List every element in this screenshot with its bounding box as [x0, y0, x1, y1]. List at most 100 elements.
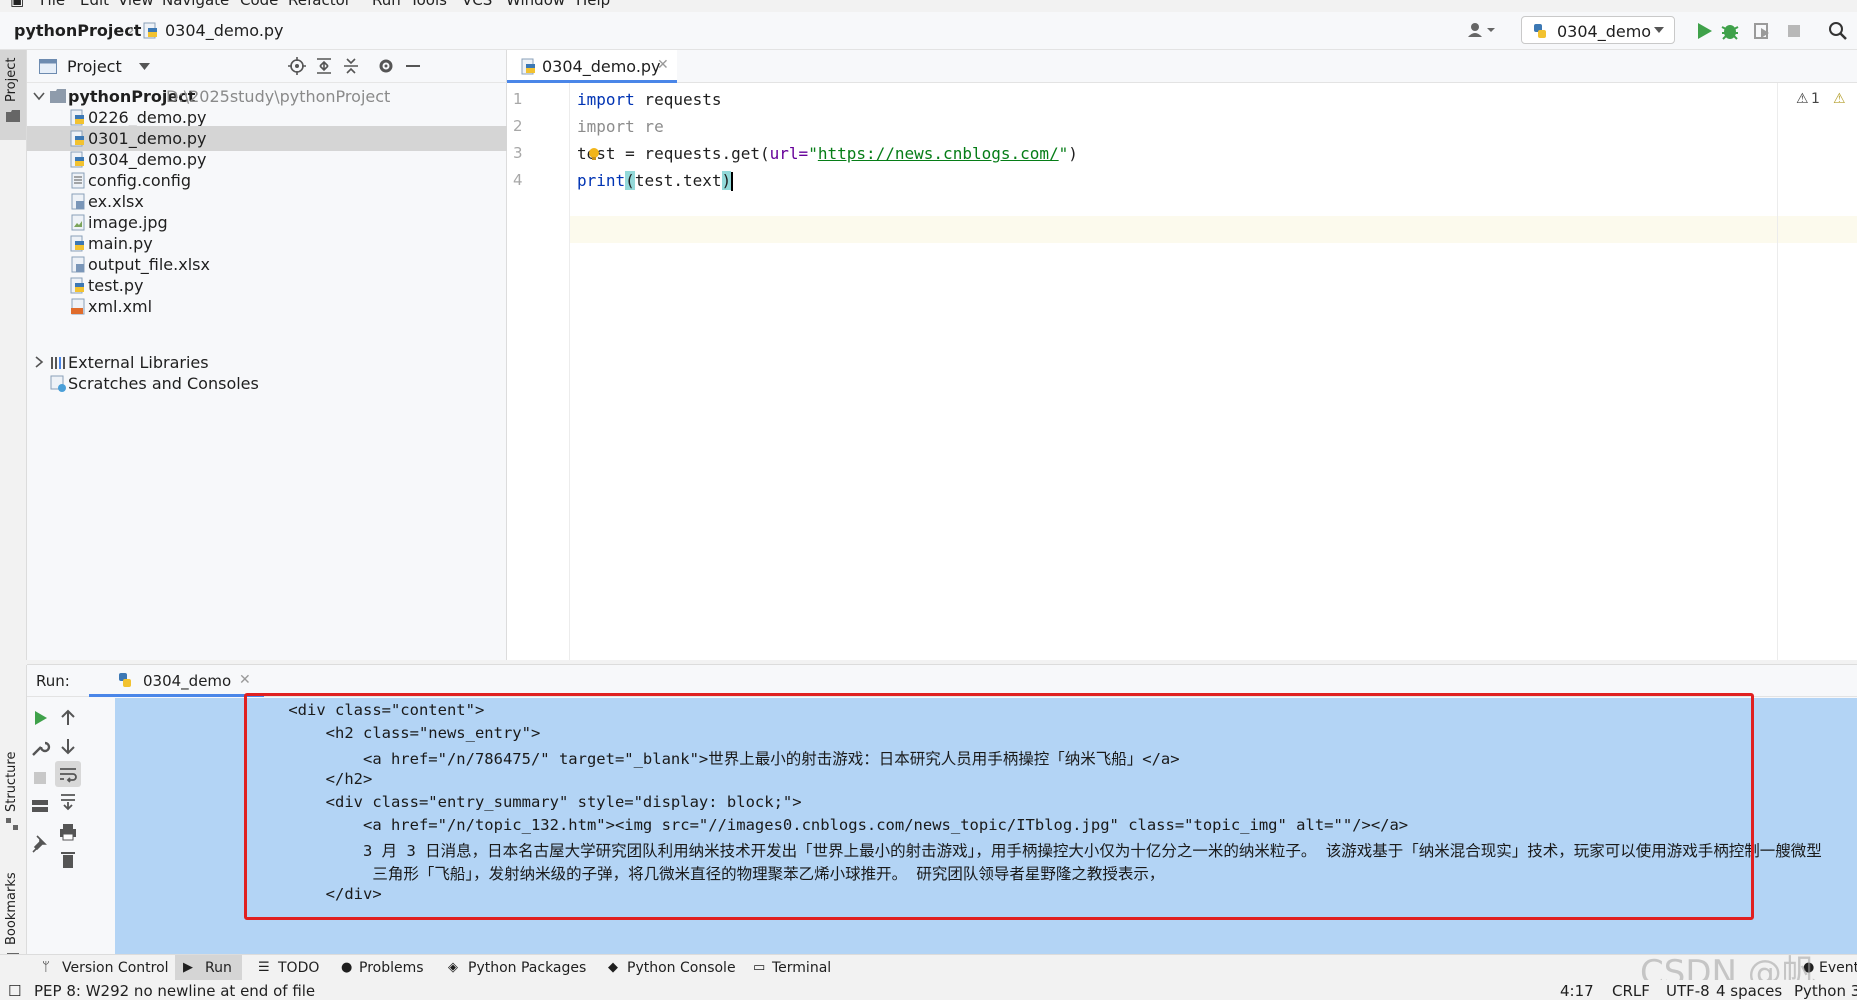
code-line-3[interactable]: test = requests.get(url="https://news.cn… [577, 144, 1078, 171]
code-text: test.text [634, 171, 722, 190]
breadcrumb-separator-icon: › [128, 20, 135, 39]
tool-tab-python-console[interactable]: ◆ Python Console [600, 955, 736, 981]
arrow-down-icon[interactable] [57, 735, 79, 757]
tool-tab-python-packages[interactable]: ◈ Python Packages [440, 955, 586, 981]
close-tab-icon[interactable]: ✕ [657, 57, 669, 73]
file-name: config.config [88, 171, 192, 190]
line-number-gutter: 1 2 3 4 [507, 83, 570, 660]
expand-all-icon[interactable] [314, 56, 334, 76]
code-text: requests [634, 90, 722, 109]
layout-icon[interactable] [29, 795, 51, 817]
tool-tab-label: Terminal [772, 960, 832, 976]
menu-bar: ▣ File Edit View Navigate Code Refactor … [0, 0, 1857, 12]
pin-icon[interactable] [29, 833, 51, 855]
code-line-2[interactable]: import re [577, 117, 664, 144]
tool-window-bar: ᛘ Version Control ▶ Run ☰ TODO ● Problem… [0, 954, 1857, 981]
inspection-status-icon[interactable]: ⚠ [1833, 91, 1846, 107]
user-account-icon[interactable] [1465, 20, 1497, 40]
python-file-icon [143, 22, 157, 39]
breadcrumb-file[interactable]: 0304_demo.py [165, 21, 284, 40]
structure-icon [6, 818, 18, 830]
file-encoding[interactable]: UTF-8 [1666, 982, 1710, 1000]
tool-tab-problems[interactable]: ● Problems [333, 955, 424, 981]
project-panel-title[interactable]: Project [67, 57, 122, 76]
warning-icon[interactable]: ⚠ [1796, 91, 1809, 107]
run-tab-label: 0304_demo [143, 672, 232, 690]
python-file-icon [70, 151, 84, 168]
builtin-function: print [577, 171, 626, 190]
coverage-icon[interactable] [1750, 19, 1774, 43]
close-tab-icon[interactable]: ✕ [239, 672, 251, 688]
intention-bulb-icon[interactable] [587, 147, 601, 161]
run-icon[interactable] [1692, 19, 1716, 43]
menu-navigate[interactable]: Navigate [162, 0, 229, 9]
status-checkbox-icon[interactable]: ☐ [8, 982, 21, 1000]
run-tab-0304-demo[interactable]: 0304_demo ✕ [89, 665, 264, 697]
print-icon[interactable] [57, 821, 79, 843]
tool-tab-label: Python Console [627, 960, 736, 976]
tool-tab-version-control[interactable]: ᛘ Version Control [34, 955, 169, 981]
trash-icon[interactable] [57, 849, 79, 871]
menu-window[interactable]: Window [506, 0, 565, 9]
menu-file[interactable]: File [40, 0, 65, 9]
python-interpreter[interactable]: Python 3 [1794, 982, 1857, 1000]
gear-icon[interactable] [376, 56, 396, 76]
tool-tab-terminal[interactable]: ▭ Terminal [745, 955, 840, 981]
brace-match: ( [625, 171, 635, 190]
project-tool-label: Project [4, 57, 19, 102]
menu-vcs[interactable]: VCS [462, 0, 492, 9]
code-line-4[interactable]: print(test.text) [577, 171, 734, 198]
collapse-all-icon[interactable] [341, 56, 361, 76]
menu-edit[interactable]: Edit [80, 0, 109, 9]
chevron-down-icon[interactable] [32, 89, 46, 103]
menu-view[interactable]: View [118, 0, 154, 9]
project-tool-window-button[interactable]: Project [0, 50, 26, 140]
file-row[interactable]: xml.xml [27, 294, 507, 319]
code-line-1[interactable]: import requests [577, 90, 722, 117]
menu-refactor[interactable]: Refactor [288, 0, 351, 9]
breadcrumb-project[interactable]: pythonProject [14, 21, 141, 40]
editor-tab-0304-demo[interactable]: 0304_demo.py ✕ [507, 50, 677, 83]
url-link[interactable]: https://news.cnblogs.com/ [818, 144, 1059, 163]
caret-position[interactable]: 4:17 [1560, 982, 1594, 1000]
chevron-right-icon[interactable] [32, 355, 46, 369]
tool-tab-todo[interactable]: ☰ TODO [250, 955, 320, 981]
menu-code[interactable]: Code [240, 0, 278, 9]
rerun-icon[interactable] [29, 707, 51, 729]
scratches-row[interactable]: Scratches and Consoles [27, 371, 507, 396]
stop-icon[interactable] [29, 767, 51, 789]
spreadsheet-file-icon [71, 193, 85, 210]
tool-tab-run[interactable]: ▶ Run [175, 955, 242, 981]
line-separator[interactable]: CRLF [1612, 982, 1650, 1000]
file-name: 0226_demo.py [88, 108, 207, 127]
indent-setting[interactable]: 4 spaces [1716, 982, 1782, 1000]
terminal-icon: ▭ [753, 960, 766, 975]
menu-tools[interactable]: Tools [410, 0, 447, 9]
arrow-up-icon[interactable] [57, 707, 79, 729]
menu-help[interactable]: Help [576, 0, 610, 9]
tool-tab-label: Version Control [62, 960, 169, 976]
wrench-icon[interactable] [29, 737, 51, 759]
branch-icon: ᛘ [42, 960, 50, 975]
keyword-argument: url= [769, 144, 809, 163]
structure-tool-window-button[interactable]: Structure [0, 740, 26, 840]
status-message[interactable]: PEP 8: W292 no newline at end of file [34, 982, 315, 1000]
locate-file-icon[interactable] [287, 56, 307, 76]
tool-tab-label: Run [205, 960, 232, 976]
library-icon [51, 357, 65, 369]
debug-icon[interactable] [1718, 19, 1742, 43]
scroll-to-end-icon[interactable] [57, 791, 79, 813]
search-icon[interactable] [1826, 19, 1850, 43]
chevron-down-icon[interactable] [139, 63, 150, 70]
file-name: test.py [88, 276, 144, 295]
structure-tool-label: Structure [4, 751, 19, 812]
stop-icon[interactable] [1782, 19, 1806, 43]
soft-wrap-toggle[interactable] [55, 761, 81, 787]
python-file-icon [70, 130, 84, 147]
hide-panel-icon[interactable] [403, 56, 423, 76]
run-configuration-select[interactable]: 0304_demo [1521, 16, 1675, 44]
menu-run[interactable]: Run [372, 0, 401, 9]
layers-icon: ◈ [448, 960, 458, 975]
file-name: ex.xlsx [88, 192, 144, 211]
bookmarks-tool-window-button[interactable]: Bookmarks [0, 845, 26, 967]
